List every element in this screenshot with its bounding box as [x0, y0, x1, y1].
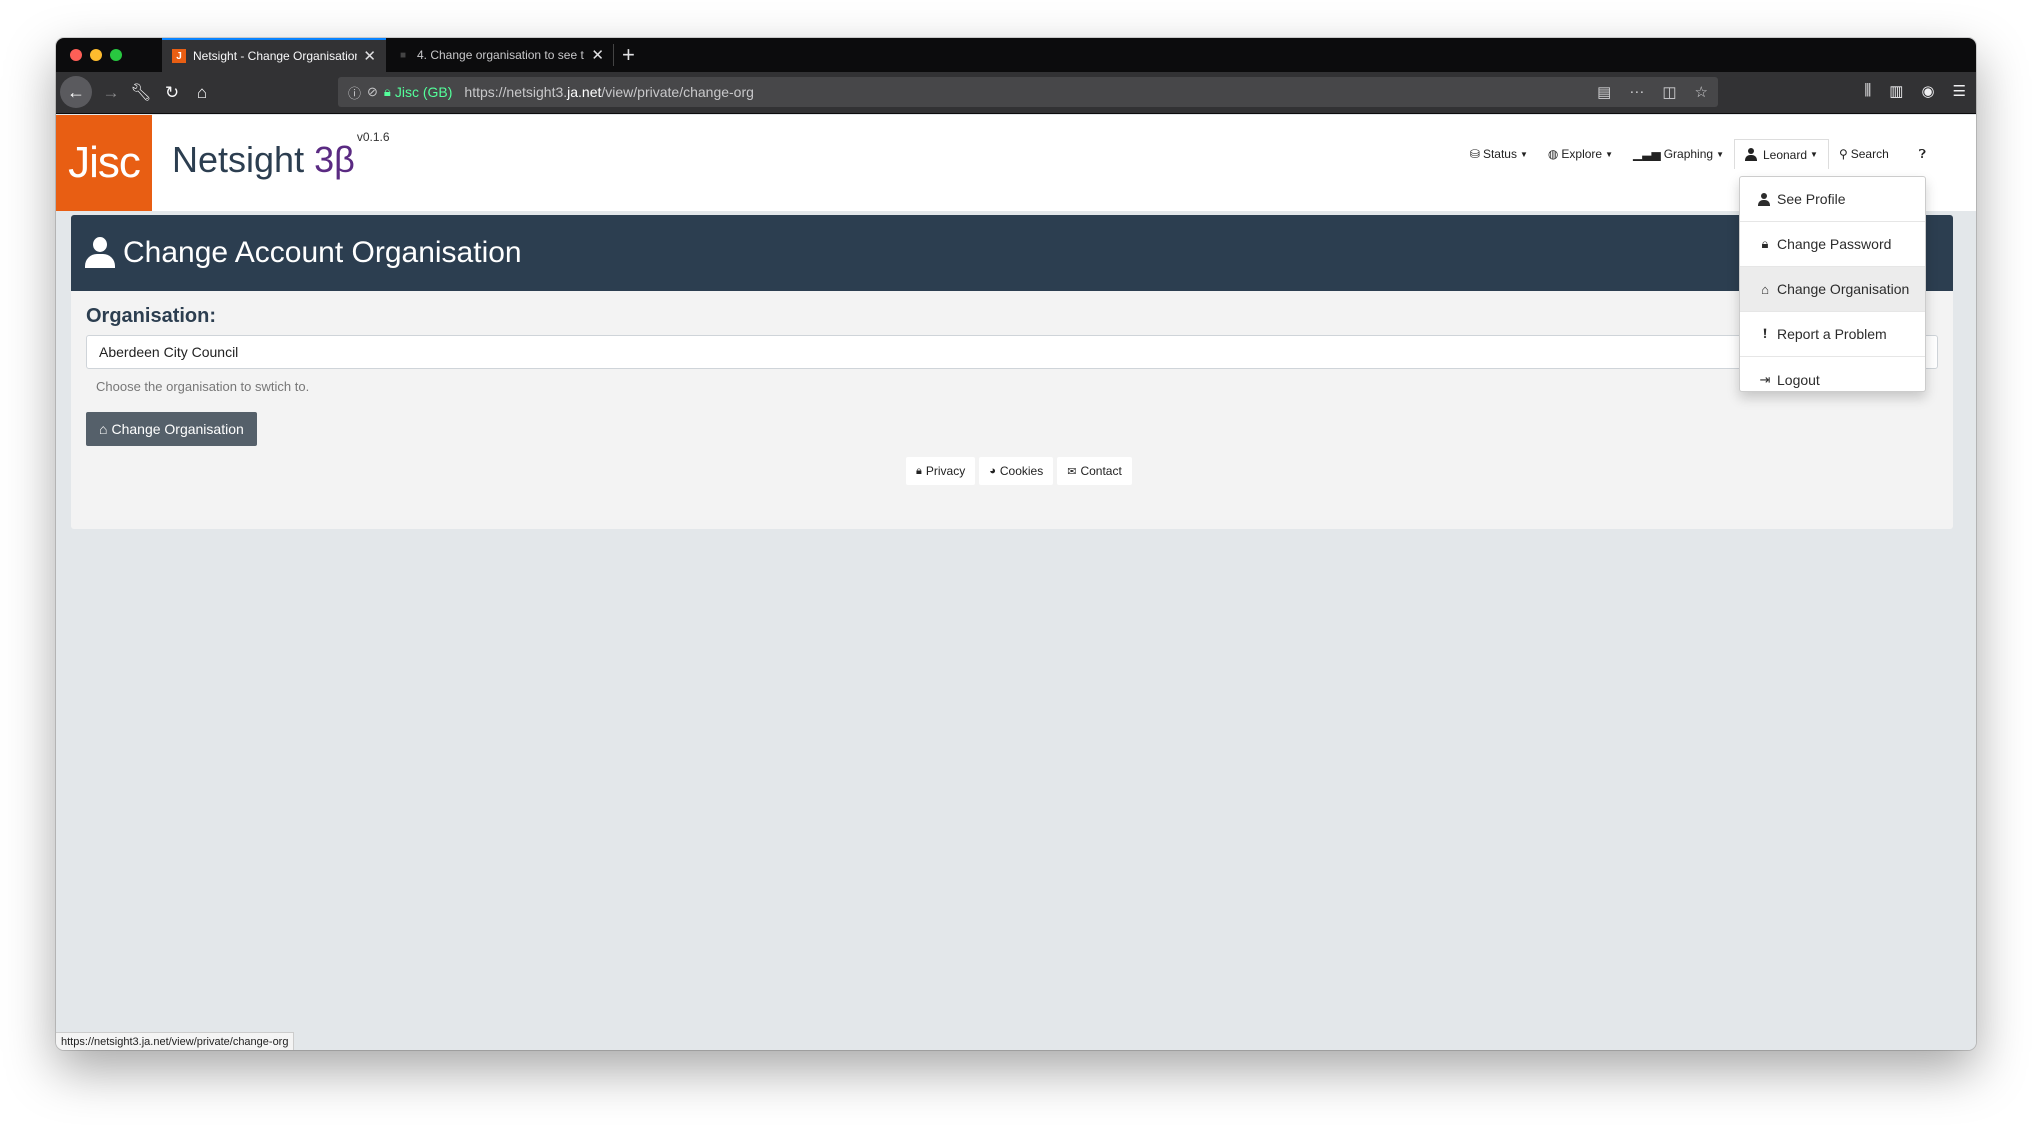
jisc-logo[interactable]: Jisc — [56, 115, 152, 211]
lock-icon: 🔒︎ — [1761, 236, 1769, 251]
logout-icon: ⇥ — [1759, 371, 1771, 387]
page-title: Change Account Organisation — [123, 236, 522, 269]
caret-down-icon: ▼ — [1716, 149, 1724, 159]
organisation-input[interactable] — [86, 335, 1938, 369]
jisc-favicon-icon: J — [172, 49, 186, 63]
minimize-window-button[interactable] — [90, 49, 102, 61]
site-header: Jisc Netsight 3βv0.1.6 ⛁ Status ▼ ◍ Explo… — [56, 115, 1976, 211]
lock-icon[interactable]: 🔒︎ — [384, 84, 391, 100]
caret-down-icon: ▼ — [1810, 150, 1818, 159]
page-favicon-icon: ■ — [396, 48, 410, 62]
close-tab-icon[interactable]: ✕ — [363, 47, 376, 65]
person-icon — [1744, 148, 1757, 161]
cookie-icon: ◕ — [989, 465, 996, 477]
signal-icon: ▁▃▅ — [1633, 147, 1661, 161]
maximize-window-button[interactable] — [110, 49, 122, 61]
tab-netsight[interactable]: J Netsight - Change Organisation ✕ — [162, 38, 386, 72]
menu-item-change-organisation[interactable]: ⌂ Change Organisation — [1740, 267, 1925, 312]
globe-icon: ◍ — [1547, 147, 1559, 161]
menu-item-change-password[interactable]: 🔒︎ Change Password — [1740, 222, 1925, 267]
url-text[interactable]: https://netsight3.ja.net/view/private/ch… — [464, 84, 754, 100]
lock-icon: 🔒︎ — [916, 464, 922, 477]
account-icon[interactable]: ◉ — [1921, 82, 1934, 100]
menu-item-see-profile[interactable]: See Profile — [1740, 177, 1925, 222]
close-window-button[interactable] — [70, 49, 82, 61]
organisation-label: Organisation: — [86, 305, 217, 327]
nav-graphing[interactable]: ▁▃▅ Graphing ▼ — [1623, 139, 1734, 169]
menu-icon[interactable]: ☰ — [1953, 82, 1966, 100]
new-tab-icon[interactable]: + — [622, 42, 635, 68]
nav-search[interactable]: ⚲ Search — [1829, 139, 1899, 169]
footer-links: 🔒︎ Privacy ◕ Cookies ✉ Contact — [906, 457, 1132, 485]
link-status-bar: https://netsight3.ja.net/view/private/ch… — [56, 1032, 295, 1050]
user-dropdown-menu: See Profile 🔒︎ Change Password ⌂ Change … — [1739, 176, 1926, 392]
menu-item-logout[interactable]: ⇥ Logout — [1740, 357, 1925, 402]
caret-down-icon: ▼ — [1605, 149, 1613, 159]
page-content: Jisc Netsight 3βv0.1.6 ⛁ Status ▼ ◍ Explo… — [56, 115, 1976, 1050]
inbox-icon: ⌂ — [99, 421, 108, 437]
reload-icon[interactable]: ↻ — [157, 78, 187, 108]
menu-item-report-problem[interactable]: ❗︎ Report a Problem — [1740, 312, 1925, 357]
tab-change-organisation[interactable]: ■ 4. Change organisation to see t ✕ — [386, 38, 614, 72]
library-icon[interactable]: ⫼ — [1864, 82, 1871, 100]
back-button[interactable]: ← — [60, 76, 92, 108]
user-icon — [85, 237, 115, 269]
nav-user[interactable]: Leonard ▼ — [1733, 139, 1829, 169]
inbox-icon: ⌂ — [1761, 281, 1769, 297]
tab-strip: J Netsight - Change Organisation ✕ ■ 4. … — [56, 38, 1976, 72]
tab-title: Netsight - Change Organisation — [193, 49, 358, 63]
sidebar-icon[interactable]: ▥ — [1889, 82, 1903, 100]
info-icon[interactable]: ⓘ — [348, 83, 361, 102]
tab-separator — [613, 44, 614, 66]
help-icon[interactable]: ❓︎ — [1909, 139, 1936, 169]
cookies-link[interactable]: ◕ Cookies — [979, 457, 1054, 485]
tracking-protection-icon[interactable]: ⊘ — [367, 84, 378, 100]
browser-window: J Netsight - Change Organisation ✕ ■ 4. … — [56, 38, 1976, 1050]
top-navigation: ⛁ Status ▼ ◍ Explore ▼ ▁▃▅ Graphing ▼ Le… — [1460, 139, 1936, 169]
certificate-owner[interactable]: Jisc (GB) — [395, 84, 453, 100]
wrench-icon[interactable]: 🔧︎ — [126, 78, 156, 108]
close-tab-icon[interactable]: ✕ — [591, 46, 604, 64]
tab-title: 4. Change organisation to see t — [417, 48, 584, 62]
forward-button[interactable]: → — [96, 78, 126, 108]
nav-explore[interactable]: ◍ Explore ▼ — [1538, 139, 1623, 169]
panel-header: Change Account Organisation — [71, 215, 1953, 291]
page-actions-icon[interactable]: ··· — [1629, 83, 1644, 101]
caret-down-icon: ▼ — [1519, 149, 1528, 159]
envelope-icon: ✉ — [1067, 465, 1077, 478]
exclamation-icon: ❗︎ — [1763, 326, 1767, 341]
nav-status[interactable]: ⛁ Status ▼ — [1460, 139, 1538, 169]
contact-link[interactable]: ✉ Contact — [1057, 457, 1132, 485]
organisation-help-text: Choose the organisation to swtich to. — [96, 379, 310, 394]
navigation-toolbar: ← → 🔧︎ ↻ ⌂ ⓘ ⊘ 🔒︎ Jisc (GB) https://nets… — [56, 72, 1976, 114]
bookmark-star-icon[interactable]: ☆ — [1695, 83, 1708, 101]
database-icon: ⛁ — [1469, 147, 1480, 161]
privacy-link[interactable]: 🔒︎ Privacy — [906, 457, 976, 485]
pocket-icon[interactable]: ◫ — [1662, 83, 1676, 101]
change-organisation-panel: Change Account Organisation Organisation… — [71, 215, 1953, 529]
change-organisation-button[interactable]: ⌂ Change Organisation — [86, 412, 257, 446]
address-bar[interactable]: ⓘ ⊘ 🔒︎ Jisc (GB) https://netsight3.ja.ne… — [338, 77, 1718, 107]
reader-view-icon[interactable]: ▤ — [1597, 83, 1611, 101]
site-brand[interactable]: Netsight 3βv0.1.6 — [172, 130, 390, 181]
search-icon: ⚲ — [1838, 147, 1848, 161]
person-icon — [1758, 192, 1772, 206]
home-icon[interactable]: ⌂ — [187, 78, 217, 108]
